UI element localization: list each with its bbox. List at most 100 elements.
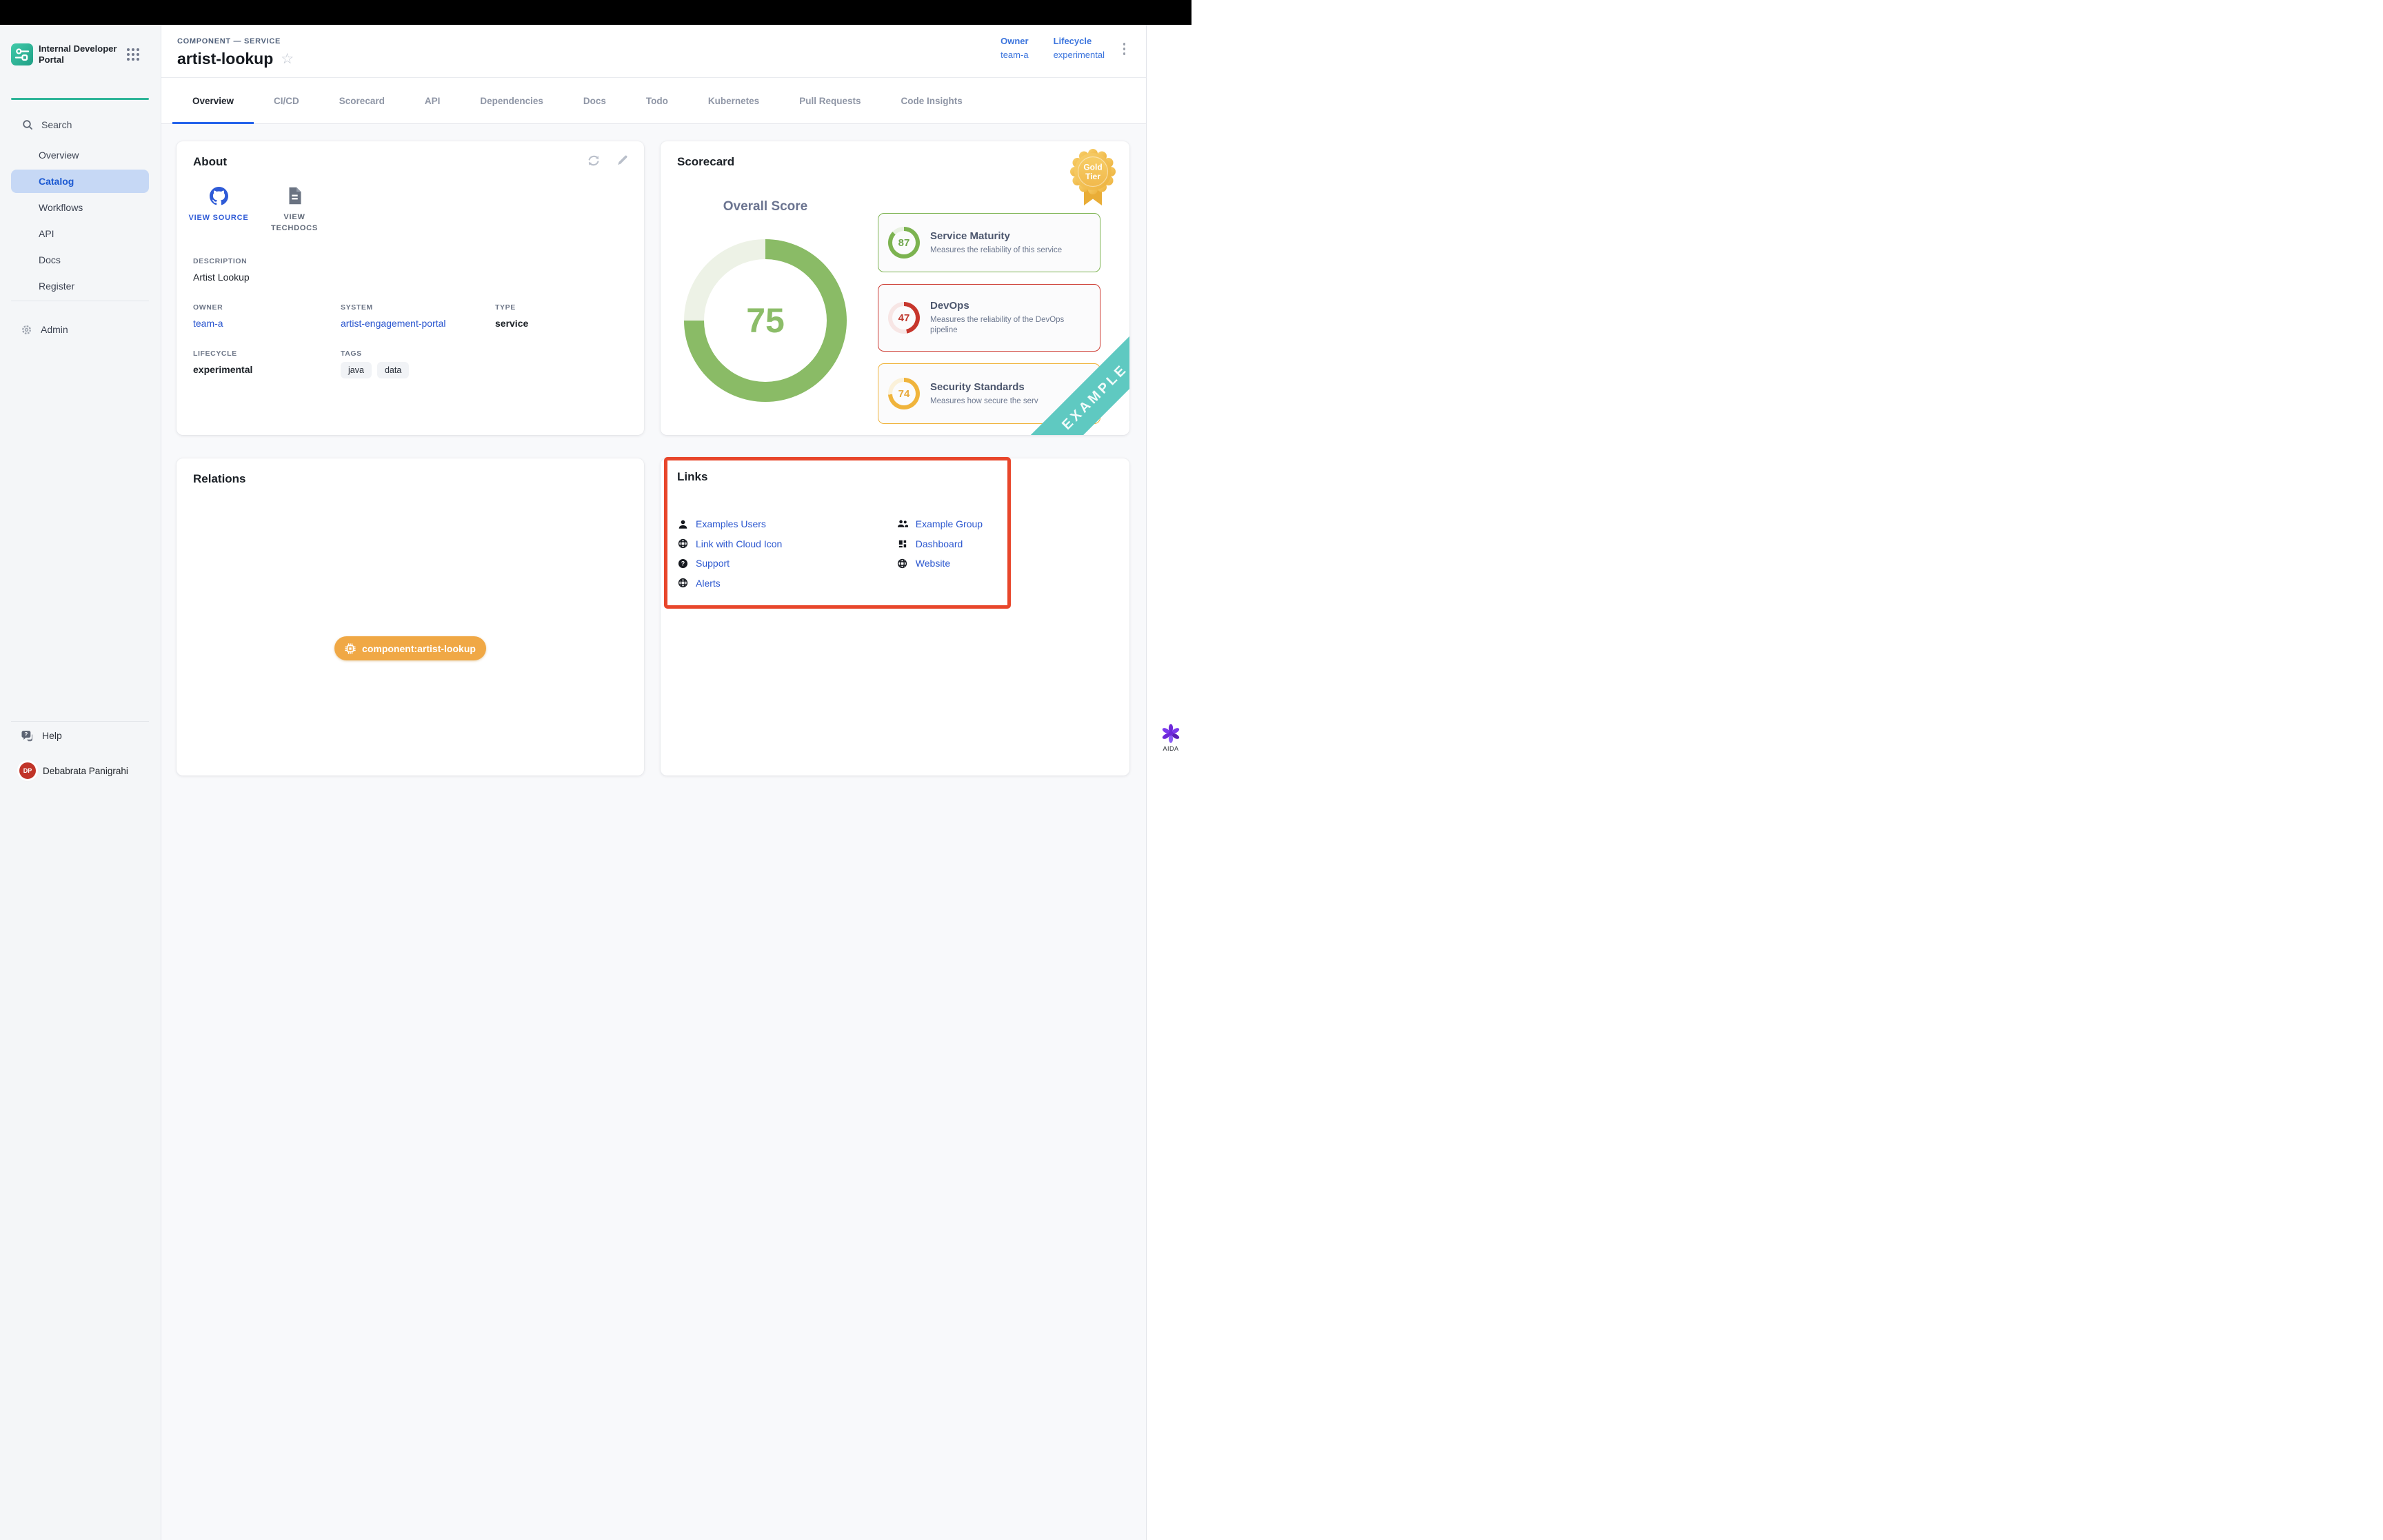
- tab-dependencies[interactable]: Dependencies: [460, 78, 563, 123]
- question-circle-icon: ?: [677, 558, 688, 569]
- relations-entity-chip[interactable]: component:artist-lookup: [334, 636, 486, 660]
- apps-grid-icon[interactable]: [127, 48, 139, 61]
- content-area: About VI: [161, 124, 1146, 1540]
- owner-value-link[interactable]: team-a: [1001, 50, 1028, 60]
- overall-score-label: Overall Score: [703, 199, 827, 214]
- owner-label: Owner: [1001, 36, 1028, 46]
- tab-code-insights[interactable]: Code Insights: [881, 78, 982, 123]
- help-chat-icon: ?: [21, 730, 34, 742]
- metric-service-maturity[interactable]: 87 Service Maturity Measures the reliabi…: [878, 213, 1100, 272]
- link-example-group[interactable]: Example Group: [916, 518, 983, 529]
- entity-header: COMPONENT — SERVICE artist-lookup ☆ Owne…: [161, 25, 1146, 78]
- links-card: Links Examples Users Link with Cloud Ico…: [661, 458, 1129, 776]
- system-field: SYSTEM artist-engagement-portal: [341, 303, 495, 329]
- svg-text:Tier: Tier: [1085, 172, 1100, 181]
- tab-todo[interactable]: Todo: [626, 78, 688, 123]
- globe-icon: [897, 558, 908, 569]
- tab-cicd[interactable]: CI/CD: [254, 78, 319, 123]
- owner-link[interactable]: team-a: [193, 318, 341, 329]
- link-examples-users[interactable]: Examples Users: [696, 518, 766, 529]
- tab-pull-requests[interactable]: Pull Requests: [779, 78, 881, 123]
- link-support[interactable]: Support: [696, 558, 730, 569]
- view-techdocs-label: VIEW TECHDOCS: [263, 212, 325, 234]
- brand: Internal Developer Portal: [11, 43, 150, 65]
- owner-field: OWNER team-a: [193, 303, 341, 329]
- link-row: Link with Cloud Icon: [677, 534, 897, 554]
- portal-logo-icon: [11, 43, 33, 65]
- help-divider: [11, 721, 149, 722]
- tab-docs[interactable]: Docs: [563, 78, 626, 123]
- entity-kind-breadcrumb: COMPONENT — SERVICE: [177, 37, 281, 45]
- lifecycle-field: LIFECYCLE experimental: [193, 349, 341, 378]
- avatar: DP: [19, 762, 36, 779]
- lifecycle-meta: Lifecycle experimental: [1054, 36, 1105, 60]
- tab-kubernetes[interactable]: Kubernetes: [688, 78, 779, 123]
- service-maturity-gauge: 87: [888, 227, 920, 259]
- group-icon: [897, 518, 908, 529]
- link-dashboard[interactable]: Dashboard: [916, 538, 963, 549]
- gold-tier-badge: Gold Tier: [1070, 148, 1116, 209]
- favorite-star-icon[interactable]: ☆: [281, 52, 294, 66]
- links-title: Links: [677, 470, 998, 484]
- link-alerts[interactable]: Alerts: [696, 578, 721, 589]
- sidebar-item-catalog[interactable]: Catalog: [11, 170, 149, 193]
- more-options-kebab-icon[interactable]: [1120, 40, 1129, 58]
- sidebar-item-admin[interactable]: Admin: [11, 320, 149, 339]
- sidebar-item-docs[interactable]: Docs: [11, 248, 149, 272]
- tag-chip: java: [341, 362, 372, 378]
- link-cloud-icon[interactable]: Link with Cloud Icon: [696, 538, 782, 549]
- help-label: Help: [42, 730, 62, 741]
- entity-tabs: Overview CI/CD Scorecard API Dependencie…: [161, 78, 1146, 124]
- tag-chip: data: [377, 362, 409, 378]
- sidebar: Internal Developer Portal Search Overvie…: [0, 25, 161, 1540]
- admin-label: Admin: [41, 324, 68, 335]
- svg-text:?: ?: [681, 560, 684, 567]
- description-label: DESCRIPTION: [193, 257, 627, 265]
- sidebar-item-register[interactable]: Register: [11, 274, 149, 298]
- type-field: TYPE service: [495, 303, 627, 329]
- user-name: Debabrata Panigrahi: [43, 766, 128, 776]
- tab-scorecard[interactable]: Scorecard: [319, 78, 405, 123]
- link-row: Examples Users: [677, 514, 897, 534]
- brand-underline: [11, 98, 149, 100]
- link-row: Website: [897, 554, 998, 574]
- view-techdocs-button[interactable]: VIEW TECHDOCS: [269, 187, 320, 234]
- person-icon: [677, 518, 688, 529]
- tab-overview[interactable]: Overview: [172, 78, 254, 123]
- search-icon: [22, 119, 33, 130]
- sidebar-item-workflows[interactable]: Workflows: [11, 196, 149, 219]
- gear-icon: [21, 324, 32, 336]
- system-link[interactable]: artist-engagement-portal: [341, 318, 495, 329]
- tab-api[interactable]: API: [405, 78, 461, 123]
- link-row: ? Support: [677, 554, 897, 574]
- user-menu[interactable]: DP Debabrata Panigrahi: [11, 760, 156, 782]
- view-source-button[interactable]: VIEW SOURCE: [193, 187, 244, 234]
- about-title: About: [193, 155, 627, 169]
- sidebar-item-api[interactable]: API: [11, 222, 149, 245]
- github-icon: [210, 187, 228, 205]
- metric-devops[interactable]: 47 DevOps Measures the reliability of th…: [878, 284, 1100, 352]
- lifecycle-value: experimental: [1054, 50, 1105, 60]
- globe-icon: [677, 538, 688, 549]
- sidebar-item-help[interactable]: ? Help: [11, 727, 149, 744]
- dashboard-icon: [897, 538, 908, 549]
- link-row: Dashboard: [897, 534, 998, 554]
- type-value: service: [495, 318, 627, 329]
- right-gutter: [1146, 25, 1192, 1540]
- scorecard-title: Scorecard: [677, 155, 1113, 169]
- sidebar-item-overview[interactable]: Overview: [11, 143, 149, 167]
- edit-pencil-icon[interactable]: [616, 154, 629, 168]
- top-black-bar: [0, 0, 1192, 25]
- chip-cpu-icon: [345, 643, 356, 654]
- link-row: Example Group: [897, 514, 998, 534]
- aida-widget[interactable]: AIDA: [1157, 724, 1185, 752]
- view-source-label: VIEW SOURCE: [188, 212, 250, 223]
- globe-icon: [677, 578, 688, 589]
- refresh-icon[interactable]: [587, 154, 601, 168]
- security-standards-gauge: 74: [888, 378, 920, 409]
- devops-gauge: 47: [888, 302, 920, 334]
- about-card: About VI: [177, 141, 644, 435]
- aida-flower-icon: [1161, 724, 1180, 743]
- link-website[interactable]: Website: [916, 558, 950, 569]
- sidebar-search[interactable]: Search: [11, 116, 149, 134]
